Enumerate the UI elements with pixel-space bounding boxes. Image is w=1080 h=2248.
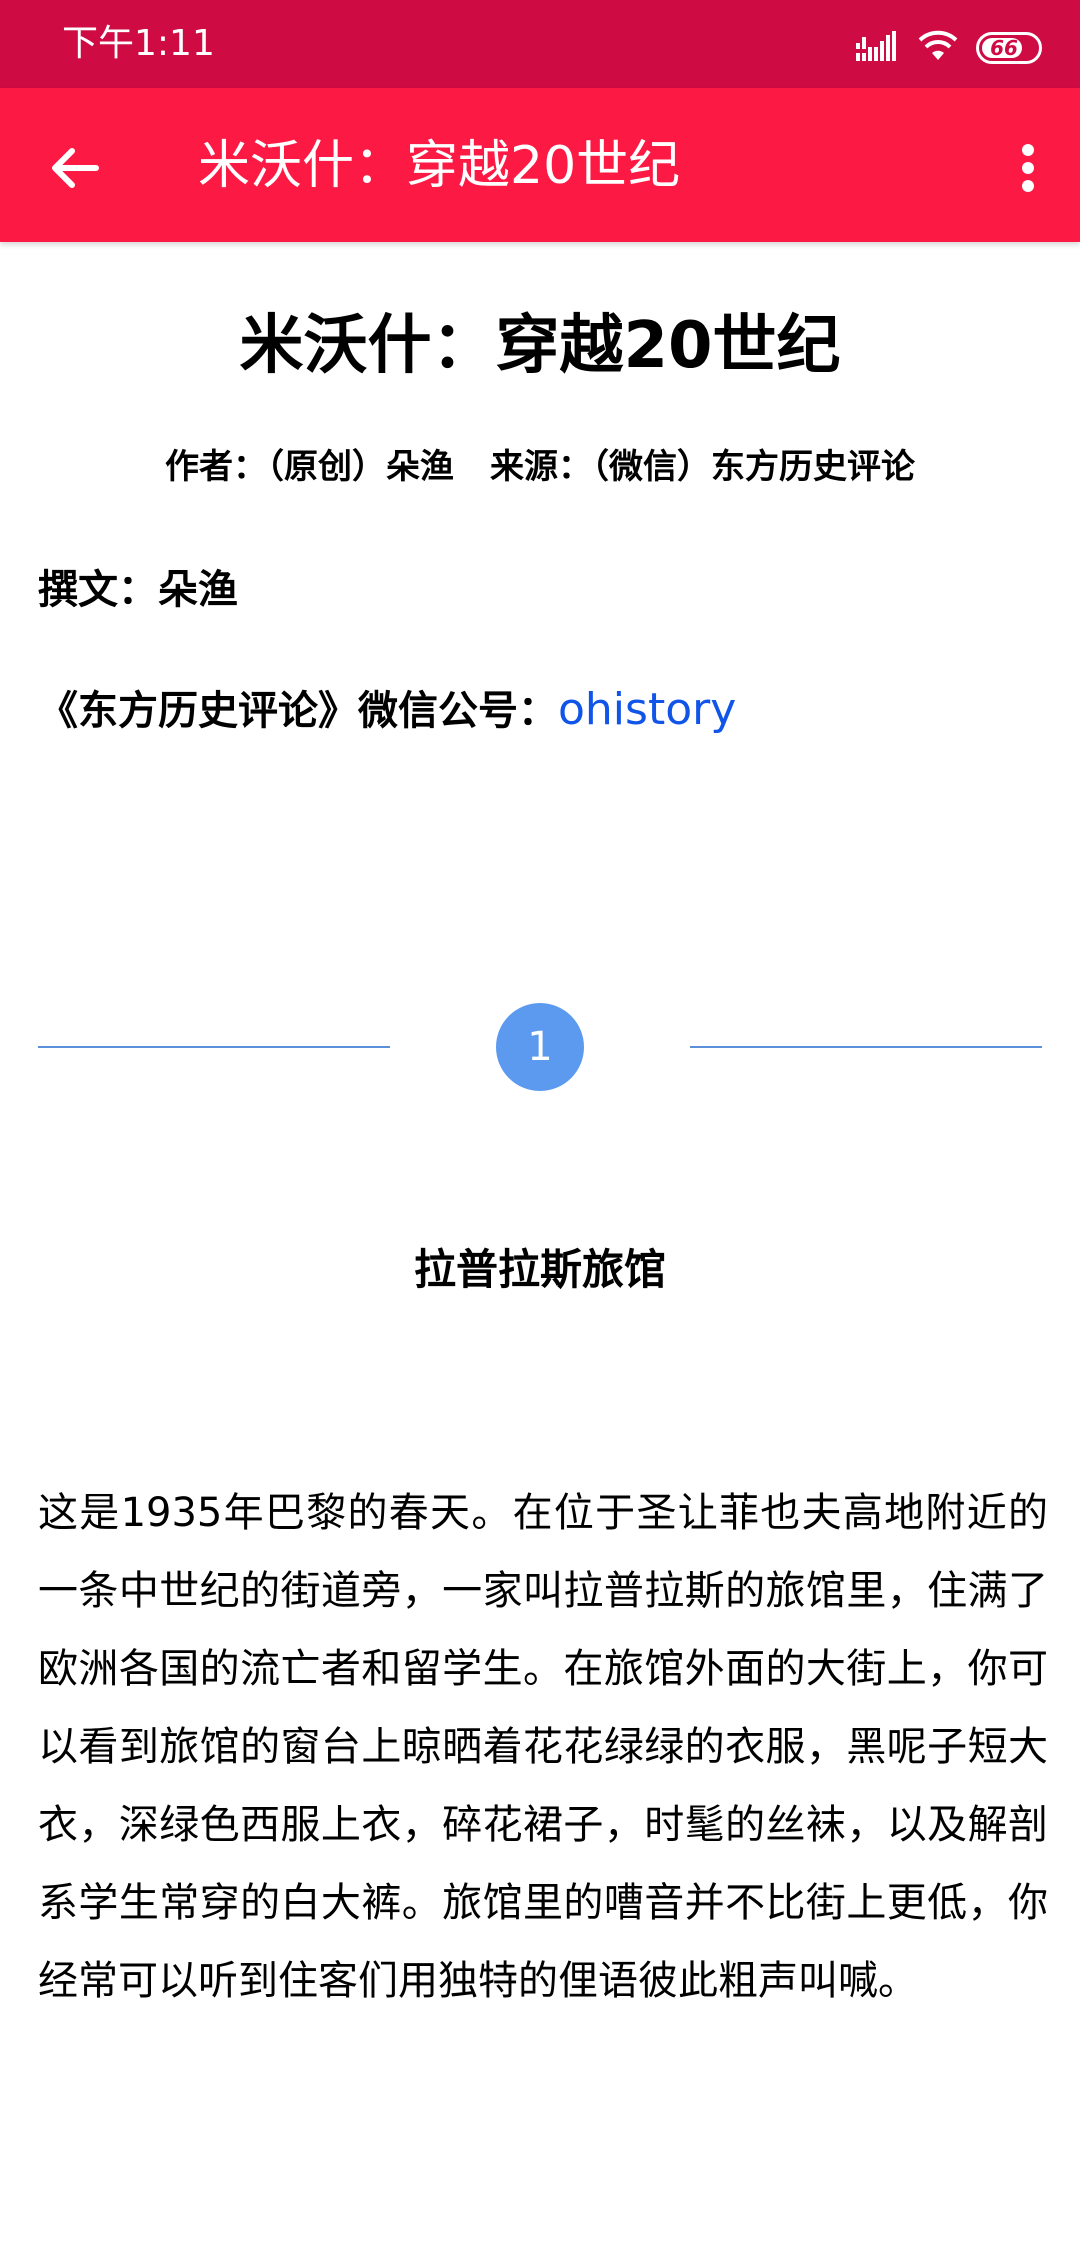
more-options-button[interactable]: [998, 133, 1058, 203]
status-bar: 下午1:11 66: [0, 0, 1080, 88]
wifi-icon: [918, 30, 958, 66]
signal-icon: [856, 31, 900, 65]
article-title: 米沃什：穿越20世纪: [239, 309, 841, 383]
article-paragraph: 这是1935年巴黎的春天。在位于圣让菲也夫高地附近的一条中世纪的街道旁，一家叫拉…: [38, 1490, 1048, 2004]
more-vertical-icon: [1022, 144, 1034, 192]
app-bar-title: 米沃什：穿越20世纪: [198, 136, 681, 196]
writer-line: 撰文：朵渔: [38, 567, 238, 613]
divider-line-right: [690, 1046, 1042, 1048]
section-divider: 1: [0, 1002, 1080, 1092]
source-label: 来源：（微信）东方历史评论: [490, 447, 915, 487]
author-label: 作者：（原创）朵渔: [165, 447, 454, 487]
divider-line-left: [38, 1046, 390, 1048]
account-link[interactable]: ohistory: [558, 684, 736, 735]
app-bar: 米沃什：穿越20世纪: [0, 88, 1080, 242]
account-label: 《东方历史评论》微信公号：: [38, 688, 558, 734]
section-number-badge: 1: [496, 1003, 584, 1091]
section-heading: 拉普拉斯旅馆: [413, 1245, 666, 1294]
back-button[interactable]: [40, 133, 110, 203]
battery-icon: 66: [976, 32, 1042, 64]
status-icons: 66: [856, 28, 1042, 68]
arrow-left-icon: [52, 148, 99, 188]
account-line: 《东方历史评论》微信公号：ohistory: [38, 684, 736, 737]
status-time: 下午1:11: [62, 23, 215, 64]
battery-level: 66: [990, 36, 1018, 60]
article-meta: 作者：（原创）朵渔 来源：（微信）东方历史评论: [0, 445, 1080, 489]
